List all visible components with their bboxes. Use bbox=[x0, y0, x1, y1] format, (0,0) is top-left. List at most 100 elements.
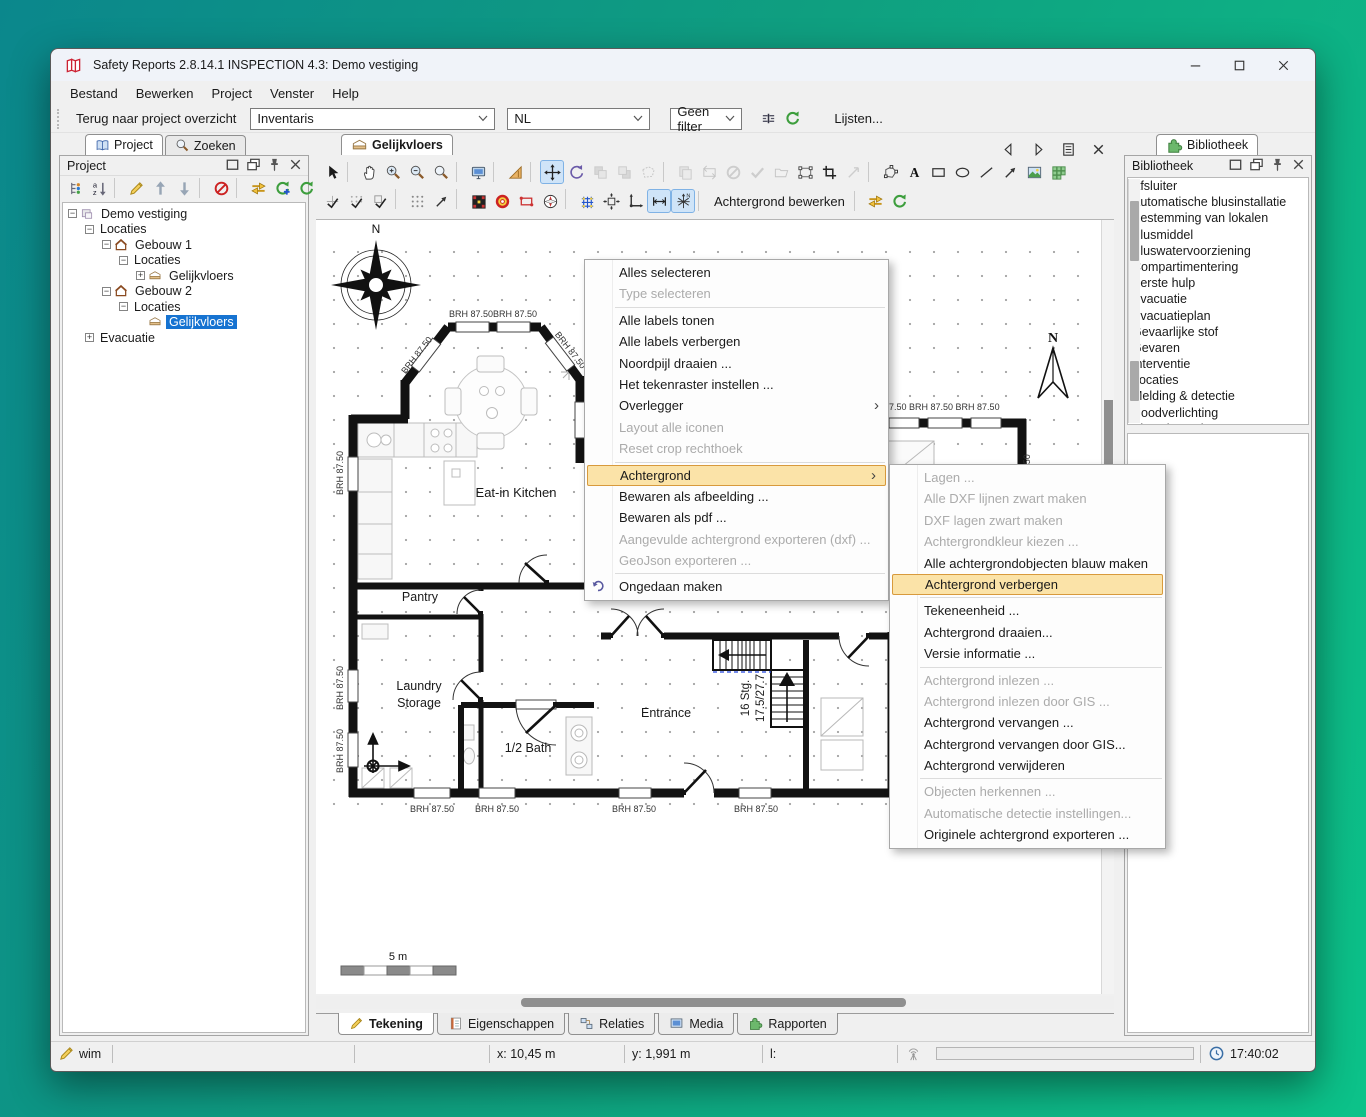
menu-item-noordpijl-draaien[interactable]: Noordpijl draaien ... bbox=[585, 353, 888, 374]
snap-node-icon[interactable] bbox=[320, 189, 344, 213]
move-icon[interactable] bbox=[540, 160, 564, 184]
refresh-icon[interactable] bbox=[780, 107, 804, 131]
menu-item-achtergrond-verwijderen[interactable]: Achtergrond verwijderen bbox=[890, 755, 1165, 776]
menubar-item-project[interactable]: Project bbox=[203, 84, 261, 103]
sort-alpha-icon[interactable]: az bbox=[87, 176, 111, 200]
back-to-project-button[interactable]: Terug naar project overzicht bbox=[68, 108, 244, 129]
filter-icon[interactable] bbox=[756, 107, 780, 131]
refresh-icon[interactable] bbox=[294, 176, 318, 200]
language-select[interactable]: NL bbox=[507, 108, 650, 130]
grid-blue-icon[interactable] bbox=[575, 189, 599, 213]
menu-item-bewaren-als-pdf[interactable]: Bewaren als pdf ... bbox=[585, 507, 888, 528]
menu-item-het-tekenraster-instellen[interactable]: Het tekenraster instellen ... bbox=[585, 374, 888, 395]
jump-icon[interactable] bbox=[429, 189, 453, 213]
snap-grid-icon[interactable] bbox=[344, 189, 368, 213]
measure-icon[interactable] bbox=[647, 189, 671, 213]
inventory-select[interactable]: Inventaris bbox=[250, 108, 495, 130]
restore-panel-icon[interactable] bbox=[1248, 156, 1265, 176]
collapse-icon[interactable]: − bbox=[119, 302, 128, 311]
text-icon[interactable]: A bbox=[902, 160, 926, 184]
tree-item-demo-vestiging[interactable]: −Demo vestiging bbox=[63, 206, 305, 222]
setsquare-icon[interactable] bbox=[503, 160, 527, 184]
library-item-interventie[interactable]: Interventie bbox=[1128, 356, 1308, 372]
monitor-icon[interactable] bbox=[466, 160, 490, 184]
swap-icon[interactable] bbox=[246, 176, 270, 200]
up-icon[interactable] bbox=[148, 176, 172, 200]
menubar-item-help[interactable]: Help bbox=[323, 84, 368, 103]
refresh-add-icon[interactable] bbox=[270, 176, 294, 200]
menu-item-achtergrond-vervangen-door-gis[interactable]: Achtergrond vervangen door GIS... bbox=[890, 734, 1165, 755]
expand-icon[interactable]: + bbox=[85, 333, 94, 342]
swap-icon[interactable] bbox=[864, 189, 888, 213]
menu-item-alle-labels-verbergen[interactable]: Alle labels verbergen bbox=[585, 331, 888, 352]
library-item-plaatsbezoek[interactable]: Plaatsbezoek bbox=[1128, 421, 1308, 425]
bottom-tab-tekening[interactable]: Tekening bbox=[338, 1013, 434, 1035]
polygon-icon[interactable] bbox=[878, 160, 902, 184]
snap-move-icon[interactable] bbox=[368, 189, 392, 213]
crop-icon[interactable] bbox=[817, 160, 841, 184]
collapse-icon[interactable]: − bbox=[102, 240, 111, 249]
tree-item-gelijkvloers[interactable]: Gelijkvloers bbox=[63, 315, 305, 331]
target-icon[interactable] bbox=[490, 189, 514, 213]
library-item-noodverlichting[interactable]: Noodverlichting bbox=[1128, 405, 1308, 421]
bottom-tab-media[interactable]: Media bbox=[658, 1013, 734, 1035]
tab-gelijkvloers[interactable]: Gelijkvloers bbox=[341, 134, 453, 155]
library-item-automatische-blusinstallatie[interactable]: Automatische blusinstallatie bbox=[1128, 194, 1308, 210]
menu-item-overlegger[interactable]: Overlegger› bbox=[585, 395, 888, 416]
north-icon[interactable]: N bbox=[671, 189, 695, 213]
tree-item-gelijkvloers[interactable]: +Gelijkvloers bbox=[63, 268, 305, 284]
bottom-tab-relaties[interactable]: Relaties bbox=[568, 1013, 655, 1035]
menu-item-alles-selecteren[interactable]: Alles selecteren bbox=[585, 262, 888, 283]
maximize-panel-icon[interactable] bbox=[1227, 156, 1244, 176]
maximize-panel-icon[interactable] bbox=[224, 156, 241, 176]
refresh-icon[interactable] bbox=[888, 189, 912, 213]
ellipse-icon[interactable] bbox=[950, 160, 974, 184]
axis-icon[interactable] bbox=[623, 189, 647, 213]
tree-item-evacuatie[interactable]: +Evacuatie bbox=[63, 330, 305, 346]
library-item-afsluiter[interactable]: Afsluiter bbox=[1128, 178, 1308, 194]
grid-green-icon[interactable] bbox=[1046, 160, 1070, 184]
tree-item-locaties[interactable]: −Locaties bbox=[63, 253, 305, 269]
rect-icon[interactable] bbox=[926, 160, 950, 184]
image-icon[interactable] bbox=[1022, 160, 1046, 184]
library-item-evacuatieplan[interactable]: Evacuatieplan bbox=[1128, 308, 1308, 324]
close-panel-icon[interactable] bbox=[1290, 156, 1307, 176]
maximize-button[interactable] bbox=[1217, 50, 1261, 80]
cursor-icon[interactable] bbox=[320, 160, 344, 184]
rect-red-icon[interactable] bbox=[514, 189, 538, 213]
library-item-bluswatervoorziening[interactable]: Bluswatervoorziening bbox=[1128, 243, 1308, 259]
menubar-item-bewerken[interactable]: Bewerken bbox=[127, 84, 203, 103]
tree-item-locaties[interactable]: −Locaties bbox=[63, 222, 305, 238]
library-item-gevaarlijke-stof[interactable]: Gevaarlijke stof bbox=[1128, 324, 1308, 340]
menu-item-ongedaan-maken[interactable]: Ongedaan maken bbox=[585, 576, 888, 597]
expand-icon[interactable] bbox=[599, 189, 623, 213]
tab-zoeken[interactable]: Zoeken bbox=[165, 135, 246, 155]
minimize-button[interactable] bbox=[1173, 50, 1217, 80]
rename-icon[interactable] bbox=[124, 176, 148, 200]
collapse-icon[interactable]: − bbox=[102, 287, 111, 296]
collapse-icon[interactable]: − bbox=[85, 225, 94, 234]
menu-item-originele-achtergrond-exporteren[interactable]: Originele achtergrond exporteren ... bbox=[890, 824, 1165, 845]
tree-item-gebouw-1[interactable]: −Gebouw 1 bbox=[63, 237, 305, 253]
zoom-window-icon[interactable] bbox=[429, 160, 453, 184]
lists-button[interactable]: Lijsten... bbox=[826, 108, 890, 129]
compass-icon[interactable] bbox=[538, 189, 562, 213]
grid-dots-icon[interactable] bbox=[405, 189, 429, 213]
rotate-icon[interactable] bbox=[564, 160, 588, 184]
zoom-in-icon[interactable] bbox=[381, 160, 405, 184]
menubar-item-bestand[interactable]: Bestand bbox=[61, 84, 127, 103]
library-item-locaties[interactable]: Locaties bbox=[1128, 372, 1308, 388]
bottom-tab-rapporten[interactable]: Rapporten bbox=[737, 1013, 837, 1035]
menu-item-versie-informatie[interactable]: Versie informatie ... bbox=[890, 643, 1165, 664]
pin-icon[interactable] bbox=[1269, 156, 1286, 176]
library-item-melding-detectie[interactable]: Melding & detectie bbox=[1128, 388, 1308, 404]
arrow-icon[interactable] bbox=[998, 160, 1022, 184]
menubar-item-venster[interactable]: Venster bbox=[261, 84, 323, 103]
hand-icon[interactable] bbox=[357, 160, 381, 184]
menu-item-achtergrond-vervangen[interactable]: Achtergrond vervangen ... bbox=[890, 712, 1165, 733]
bottom-tab-eigenschappen[interactable]: Eigenschappen bbox=[437, 1013, 565, 1035]
tree-item-locaties[interactable]: −Locaties bbox=[63, 299, 305, 315]
expand-icon[interactable]: + bbox=[136, 271, 145, 280]
zoom-out-icon[interactable] bbox=[405, 160, 429, 184]
library-item-bestemming-van-lokalen[interactable]: Bestemming van lokalen bbox=[1128, 210, 1308, 226]
